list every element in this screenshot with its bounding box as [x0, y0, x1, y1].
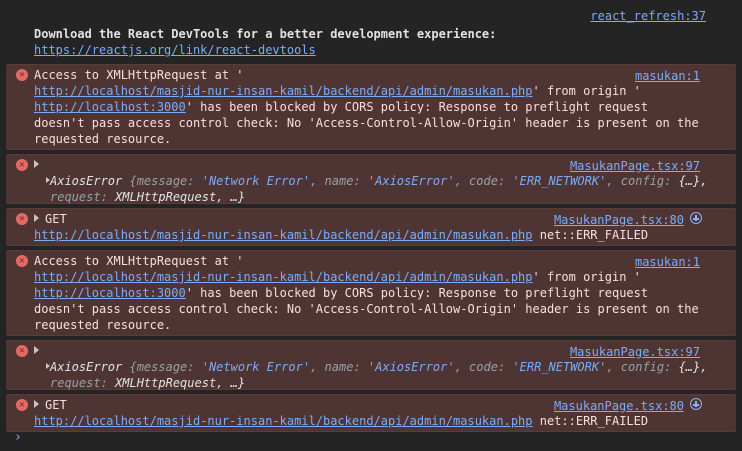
axios-error-message: ✕ MasukanPage.tsx:97 AxiosError {message…	[6, 154, 736, 204]
request-url-link[interactable]: http://localhost/masjid-nur-insan-kamil/…	[34, 270, 533, 284]
cors-error-text: Access to XMLHttpRequest at ' http://loc…	[34, 253, 702, 333]
request-method: GET	[45, 398, 67, 412]
error-icon: ✕	[16, 345, 28, 357]
request-line: http://localhost/masjid-nur-insan-kamil/…	[34, 413, 702, 429]
source-link[interactable]: MasukanPage.tsx:97	[570, 344, 700, 360]
devtools-link[interactable]: https://reactjs.org/link/react-devtools	[34, 43, 316, 57]
devtools-console: react_refresh:37 Download the React DevT…	[0, 0, 742, 451]
info-text: Download the React DevTools for a better…	[34, 27, 497, 41]
cors-prefix: Access to XMLHttpRequest at '	[34, 68, 244, 82]
request-status: net::ERR_FAILED	[532, 228, 649, 242]
source-link[interactable]: MasukanPage.tsx:80	[554, 212, 684, 228]
source-link[interactable]: react_refresh:37	[590, 8, 706, 24]
network-error-message: ✕ MasukanPage.tsx:80 GET http://localhos…	[6, 394, 736, 432]
network-error-message: ✕ MasukanPage.tsx:80 GET http://localhos…	[6, 208, 736, 246]
source-link[interactable]: MasukanPage.tsx:97	[570, 158, 700, 174]
prompt-chevron-icon[interactable]: ›	[14, 430, 22, 446]
network-badge-icon[interactable]	[690, 212, 702, 224]
error-icon: ✕	[16, 159, 28, 171]
error-icon: ✕	[16, 213, 28, 225]
expand-triangle-icon[interactable]	[34, 214, 39, 222]
cors-prefix: Access to XMLHttpRequest at '	[34, 254, 244, 268]
source-link[interactable]: masukan:1	[635, 254, 700, 270]
error-icon: ✕	[16, 399, 28, 411]
origin-link[interactable]: http://localhost:3000	[34, 286, 186, 300]
source-link[interactable]: masukan:1	[635, 68, 700, 84]
error-object-cont: request: XMLHttpRequest, …}	[50, 190, 246, 204]
request-url-link[interactable]: http://localhost/masjid-nur-insan-kamil/…	[34, 84, 533, 98]
error-object-cont: request: XMLHttpRequest, …}	[50, 376, 246, 390]
error-icon: ✕	[16, 69, 28, 81]
error-object[interactable]: AxiosError {message: 'Network Error', na…	[34, 173, 707, 189]
request-url-link[interactable]: http://localhost/masjid-nur-insan-kamil/…	[34, 228, 533, 242]
request-status: net::ERR_FAILED	[532, 414, 649, 428]
origin-link[interactable]: http://localhost:3000	[34, 100, 186, 114]
expand-triangle-icon[interactable]	[46, 177, 50, 183]
cors-error-message: ✕ masukan:1 Access to XMLHttpRequest at …	[6, 250, 736, 336]
request-line: http://localhost/masjid-nur-insan-kamil/…	[34, 227, 702, 243]
cors-from-origin: ' from origin '	[532, 84, 641, 98]
expand-triangle-icon[interactable]	[34, 160, 39, 168]
info-message: react_refresh:37 Download the React DevT…	[0, 6, 742, 62]
expand-triangle-icon[interactable]	[34, 400, 39, 408]
error-object[interactable]: AxiosError {message: 'Network Error', na…	[34, 359, 707, 375]
cors-error-message: ✕ masukan:1 Access to XMLHttpRequest at …	[6, 64, 736, 150]
expand-triangle-icon[interactable]	[34, 346, 39, 354]
cors-from-origin: ' from origin '	[532, 270, 641, 284]
error-icon: ✕	[16, 255, 28, 267]
cors-error-text: Access to XMLHttpRequest at ' http://loc…	[34, 67, 702, 147]
request-url-link[interactable]: http://localhost/masjid-nur-insan-kamil/…	[34, 414, 533, 428]
axios-error-message: ✕ MasukanPage.tsx:97 AxiosError {message…	[6, 340, 736, 390]
expand-triangle-icon[interactable]	[46, 363, 50, 369]
network-badge-icon[interactable]	[690, 398, 702, 410]
request-method: GET	[45, 212, 67, 226]
source-link[interactable]: MasukanPage.tsx:80	[554, 398, 684, 414]
